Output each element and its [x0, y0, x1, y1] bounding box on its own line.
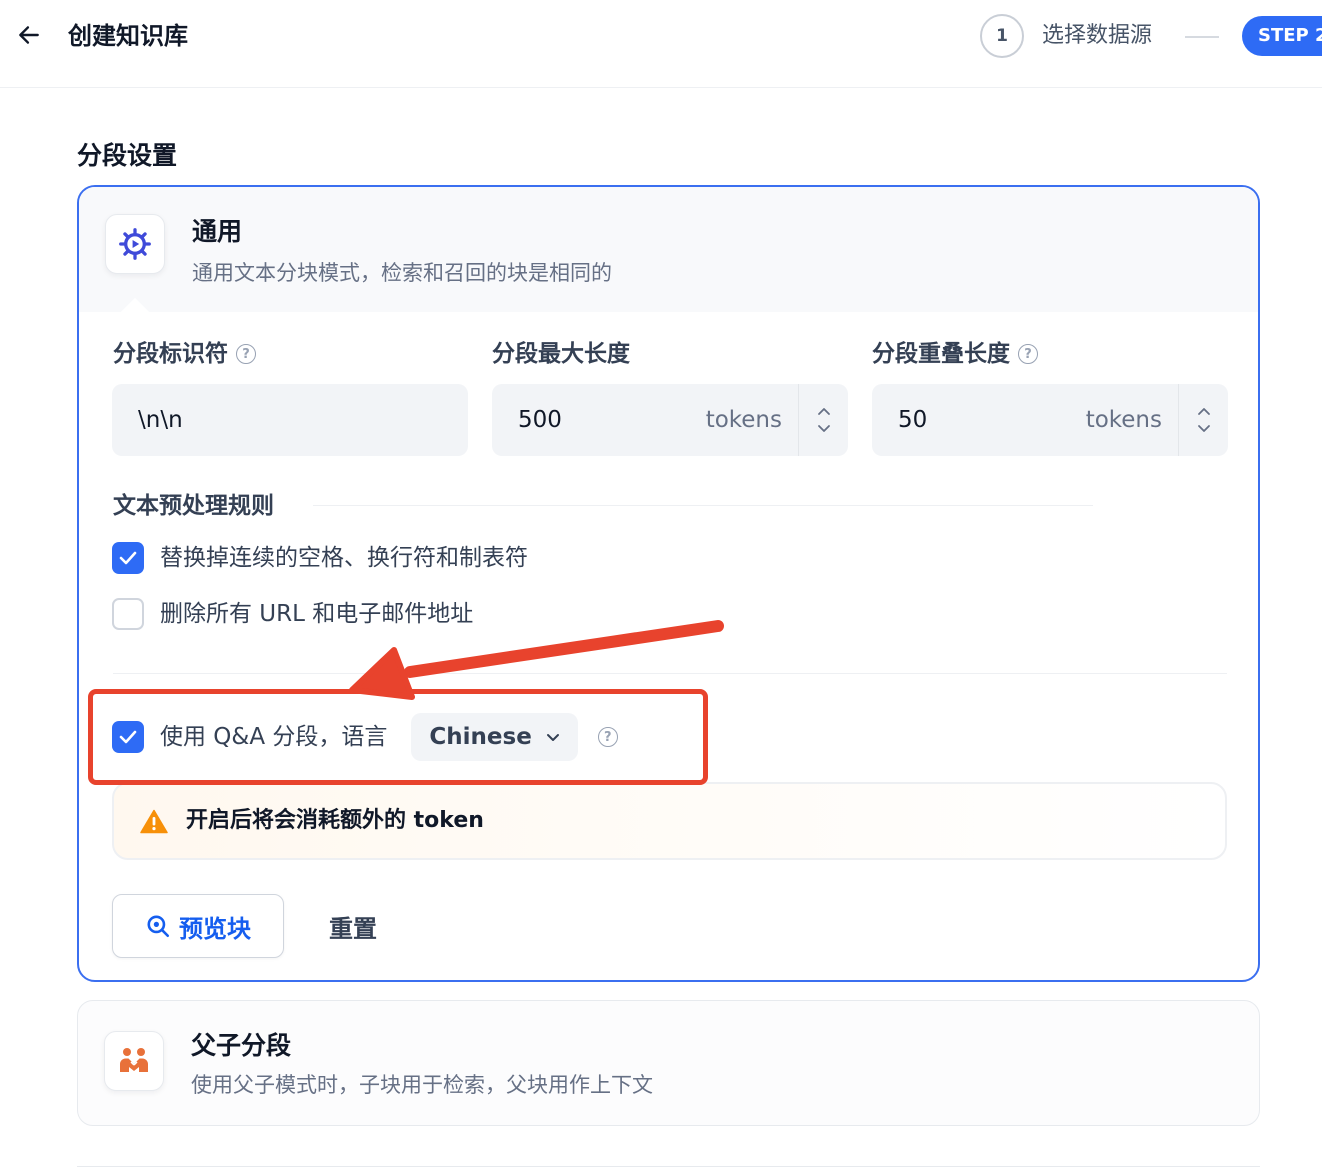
step-connector — [1185, 36, 1219, 38]
reset-button[interactable]: 重置 — [311, 894, 395, 958]
check-icon — [119, 730, 137, 744]
preprocess-rules-label: 文本预处理规则 — [113, 493, 274, 519]
max-length-input[interactable]: 500 tokens — [492, 384, 848, 456]
max-length-value: 500 — [518, 407, 562, 433]
bottom-divider — [77, 1166, 1260, 1167]
question-circle-icon[interactable]: ? — [597, 727, 618, 747]
step-1-indicator: 1 — [980, 14, 1024, 58]
max-length-stepper[interactable] — [798, 384, 848, 456]
checkbox-checked[interactable] — [112, 542, 144, 574]
search-icon — [147, 915, 170, 938]
rule-replace-whitespace[interactable]: 替换掉连续的空格、换行符和制表符 — [112, 541, 528, 575]
chevron-down-icon — [546, 733, 559, 741]
chevron-up-icon[interactable] — [817, 407, 831, 416]
warning-text: 开启后将会消耗额外的 token — [186, 808, 484, 833]
general-mode-header — [79, 187, 1258, 312]
overlap-label: 分段重叠长度 ? — [872, 337, 1038, 371]
section-title: 分段设置 — [77, 141, 178, 170]
chevron-up-icon[interactable] — [1197, 407, 1211, 416]
header: 创建知识库 1 选择数据源 STEP 2 — [0, 0, 1322, 88]
delimiter-input[interactable]: \n\n — [112, 384, 468, 456]
max-length-label-text: 分段最大长度 — [492, 341, 630, 367]
overlap-label-text: 分段重叠长度 — [872, 341, 1010, 367]
step-1-label[interactable]: 选择数据源 — [1042, 18, 1152, 54]
parent-child-title: 父子分段 — [191, 1031, 292, 1060]
language-value: Chinese — [429, 724, 532, 750]
chevron-down-icon[interactable] — [817, 424, 831, 433]
general-mode-card[interactable]: 通用 通用文本分块模式，检索和召回的块是相同的 分段标识符 ? 分段最大长度 分… — [77, 185, 1260, 982]
back-button[interactable] — [14, 20, 44, 50]
checkbox-unchecked[interactable] — [112, 598, 144, 630]
arrow-left-icon — [19, 26, 39, 44]
gear-icon — [119, 228, 151, 260]
parent-child-icon — [120, 1048, 148, 1072]
rule-label: 替换掉连续的空格、换行符和制表符 — [160, 545, 528, 571]
page-title: 创建知识库 — [68, 22, 188, 50]
overlap-stepper[interactable] — [1178, 384, 1228, 456]
max-length-unit: tokens — [705, 407, 782, 433]
max-length-label: 分段最大长度 — [492, 337, 630, 371]
section-divider — [113, 673, 1227, 674]
delimiter-value: \n\n — [138, 407, 183, 433]
preview-label: 预览块 — [179, 914, 251, 943]
check-icon — [119, 551, 137, 565]
parent-child-mode-card[interactable]: 父子分段 使用父子模式时，子块用于检索，父块用作上下文 — [77, 1000, 1260, 1126]
overlap-value: 50 — [898, 407, 928, 433]
overlap-unit: tokens — [1085, 407, 1162, 433]
preview-chunks-button[interactable]: 预览块 — [112, 894, 284, 958]
overlap-input[interactable]: 50 tokens — [872, 384, 1228, 456]
qa-checkbox[interactable] — [112, 721, 144, 753]
parent-child-icon-box — [104, 1031, 164, 1091]
general-mode-description: 通用文本分块模式，检索和召回的块是相同的 — [192, 261, 612, 285]
question-circle-icon[interactable]: ? — [236, 344, 256, 364]
general-mode-title: 通用 — [192, 217, 243, 246]
rule-remove-urls[interactable]: 删除所有 URL 和电子邮件地址 — [112, 597, 473, 631]
general-mode-icon-box — [105, 214, 165, 274]
parent-child-description: 使用父子模式时，子块用于检索，父块用作上下文 — [191, 1073, 653, 1097]
delimiter-label: 分段标识符 ? — [113, 337, 256, 371]
delimiter-label-text: 分段标识符 — [113, 341, 228, 367]
qa-label: 使用 Q&A 分段，语言 — [160, 724, 388, 750]
language-select[interactable]: Chinese — [411, 713, 578, 761]
qa-segment-row[interactable]: 使用 Q&A 分段，语言 Chinese ? — [112, 713, 618, 761]
rules-divider — [313, 505, 1093, 506]
chevron-down-icon[interactable] — [1197, 424, 1211, 433]
step-2-indicator: STEP 2 — [1242, 16, 1322, 56]
rule-label: 删除所有 URL 和电子邮件地址 — [160, 601, 474, 627]
question-circle-icon[interactable]: ? — [1018, 344, 1038, 364]
token-warning-banner: 开启后将会消耗额外的 token — [112, 782, 1227, 860]
warning-triangle-icon — [140, 809, 168, 833]
